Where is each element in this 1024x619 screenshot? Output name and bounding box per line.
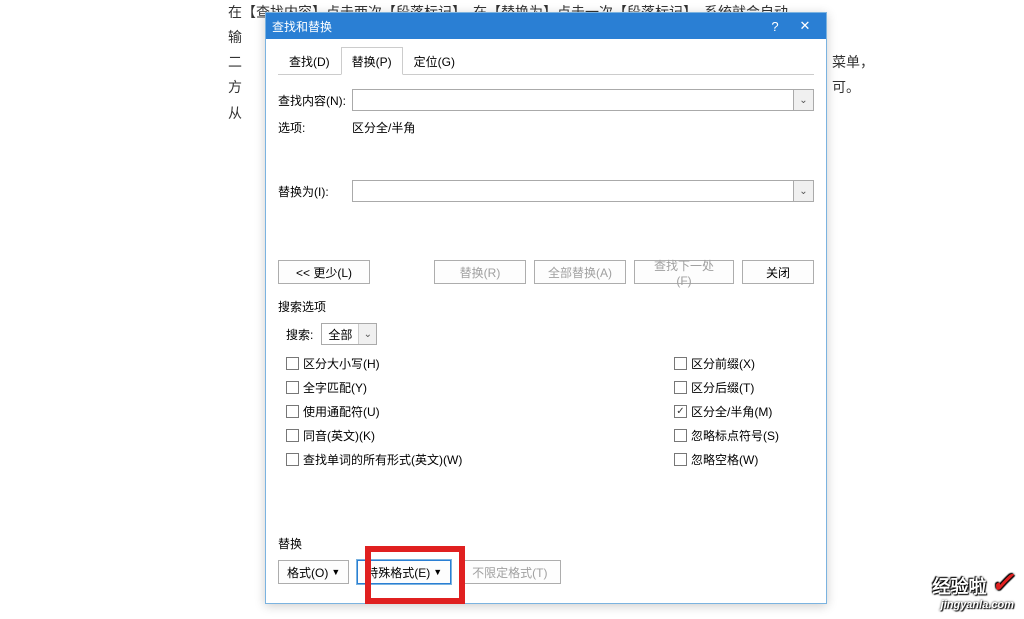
replace-button[interactable]: 替换(R)	[434, 260, 526, 284]
check-full-half[interactable]: 区分全/半角(M)	[674, 403, 814, 420]
check-prefix[interactable]: 区分前缀(X)	[674, 355, 814, 372]
caret-down-icon: ▼	[331, 567, 340, 577]
background-text-left: 输 二 方 从	[228, 25, 242, 126]
replace-dropdown[interactable]: ⌄	[794, 180, 814, 202]
find-dropdown[interactable]: ⌄	[794, 89, 814, 111]
special-format-button[interactable]: 特殊格式(E) ▼	[357, 560, 451, 584]
chevron-down-icon: ⌄	[358, 324, 376, 344]
close-icon[interactable]: ✕	[790, 16, 820, 36]
options-label: 选项:	[278, 119, 352, 136]
replace-section-title: 替换	[278, 535, 814, 552]
replace-all-button[interactable]: 全部替换(A)	[534, 260, 626, 284]
dialog-tabs: 查找(D) 替换(P) 定位(G)	[278, 47, 814, 75]
replace-input[interactable]	[352, 180, 794, 202]
dialog-title: 查找和替换	[272, 18, 760, 35]
caret-down-icon: ▼	[433, 567, 442, 577]
tab-find[interactable]: 查找(D)	[278, 47, 341, 74]
check-sounds-like[interactable]: 同音(英文)(K)	[286, 427, 674, 444]
search-direction-select[interactable]: 全部 ⌄	[321, 323, 377, 345]
no-format-button[interactable]: 不限定格式(T)	[459, 560, 560, 584]
close-button[interactable]: 关闭	[742, 260, 814, 284]
check-match-case[interactable]: 区分大小写(H)	[286, 355, 674, 372]
check-word-forms[interactable]: 查找单词的所有形式(英文)(W)	[286, 451, 674, 468]
find-label: 查找内容(N):	[278, 92, 352, 109]
check-ignore-punct[interactable]: 忽略标点符号(S)	[674, 427, 814, 444]
titlebar[interactable]: 查找和替换 ? ✕	[266, 13, 826, 39]
format-button[interactable]: 格式(O) ▼	[278, 560, 349, 584]
tab-goto[interactable]: 定位(G)	[403, 47, 466, 74]
help-button[interactable]: ?	[760, 16, 790, 36]
replace-label: 替换为(I):	[278, 183, 352, 200]
search-options-title: 搜索选项	[278, 298, 814, 315]
watermark: 经验啦✓ jingyanla.com	[933, 566, 1014, 611]
less-button[interactable]: << 更少(L)	[278, 260, 370, 284]
check-ignore-space[interactable]: 忽略空格(W)	[674, 451, 814, 468]
find-replace-dialog: 查找和替换 ? ✕ 查找(D) 替换(P) 定位(G) 查找内容(N): ⌄ 选…	[265, 12, 827, 604]
search-direction-label: 搜索:	[286, 326, 313, 343]
options-value: 区分全/半角	[352, 119, 415, 136]
find-input[interactable]	[352, 89, 794, 111]
check-whole-word[interactable]: 全字匹配(Y)	[286, 379, 674, 396]
check-wildcards[interactable]: 使用通配符(U)	[286, 403, 674, 420]
tab-replace[interactable]: 替换(P)	[341, 47, 403, 75]
check-mark-icon: ✓	[991, 566, 1014, 599]
background-text-right: 菜单， 可。	[832, 50, 874, 100]
find-next-button[interactable]: 查找下一处(F)	[634, 260, 734, 284]
check-suffix[interactable]: 区分后缀(T)	[674, 379, 814, 396]
